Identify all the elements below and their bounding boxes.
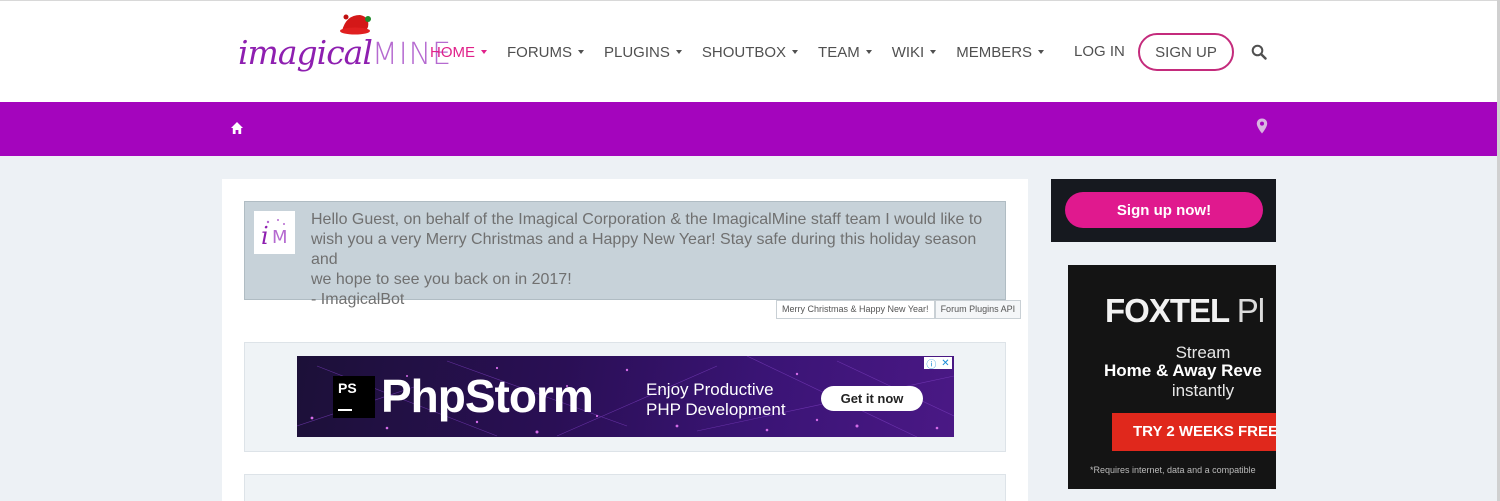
nav-members[interactable]: MEMBERS — [946, 44, 1054, 61]
close-icon[interactable]: ✕ — [941, 358, 949, 369]
map-pin-icon[interactable] — [1256, 118, 1268, 134]
foxtel-line-2: Home & Away Reve — [1104, 361, 1262, 380]
nav-wiki[interactable]: WIKI — [882, 44, 947, 61]
foxtel-cta-button[interactable]: TRY 2 WEEKS FREE* — [1112, 413, 1276, 451]
chevron-down-icon — [930, 50, 937, 54]
search-icon[interactable] — [1251, 44, 1267, 60]
notice-line: Hello Guest, on behalf of the Imagical C… — [311, 211, 983, 228]
svg-text:i: i — [261, 222, 269, 250]
ps-logo-underline — [338, 409, 352, 411]
nav-team[interactable]: TEAM — [808, 44, 882, 61]
foxtel-brand-name: FOXTEL — [1105, 292, 1230, 329]
imagicalmine-avatar-icon: i M — [261, 218, 288, 250]
info-icon[interactable]: ⓘ — [926, 356, 936, 371]
nav-forums-label: FORUMS — [507, 43, 572, 61]
login-link[interactable]: LOG IN — [1074, 43, 1125, 60]
sidebar-signup-button[interactable]: Sign up now! — [1065, 192, 1263, 228]
foxtel-line-3: instantly — [1171, 381, 1235, 400]
ad-title: PhpStorm — [381, 370, 594, 422]
nav-wiki-label: WIKI — [891, 43, 925, 61]
nav-home[interactable]: HOME — [420, 44, 497, 61]
chevron-down-icon — [865, 50, 872, 54]
notice-message: Hello Guest, on behalf of the Imagical C… — [311, 210, 991, 310]
chevron-down-icon — [675, 50, 682, 54]
avatar: i M — [254, 211, 295, 254]
phpstorm-logo-icon: PS — [333, 376, 375, 418]
ad-tagline-2: PHP Development — [646, 400, 786, 419]
notice-line: we hope to see you back on in 2017! — [311, 271, 572, 288]
site-logo[interactable]: imagicalMINE — [238, 11, 451, 81]
svg-text:M: M — [272, 227, 288, 248]
notice-line: wish you a very Merry Christmas and a Ha… — [311, 231, 977, 268]
foxtel-brand-suffix: Pl — [1236, 292, 1265, 329]
ad-cta-button[interactable]: Get it now — [821, 386, 923, 411]
nav-members-label: MEMBERS — [956, 43, 1033, 61]
tab-forum-plugins-api[interactable]: Forum Plugins API — [934, 300, 1022, 319]
nav-shoutbox-label: SHOUTBOX — [701, 43, 787, 61]
site-header: imagicalMINE HOME FORUMS PLUGINS SHOUTBO… — [0, 0, 1500, 102]
nav-team-label: TEAM — [818, 43, 860, 61]
foxtel-ad[interactable]: FOXTEL Pl Stream Home & Away Reve instan… — [1068, 265, 1276, 489]
main-nav: HOME FORUMS PLUGINS SHOUTBOX TEAM WIKI M… — [420, 34, 1054, 70]
ps-logo-text: PS — [338, 380, 357, 396]
foxtel-brand: FOXTEL Pl — [1105, 292, 1265, 330]
notice-tabs: Merry Christmas & Happy New Year! Forum … — [776, 300, 1022, 319]
chevron-down-icon — [792, 50, 799, 54]
chevron-down-icon — [1038, 50, 1045, 54]
nav-shoutbox[interactable]: SHOUTBOX — [692, 44, 808, 61]
foxtel-line-1: Stream — [1175, 343, 1231, 362]
signup-button[interactable]: SIGN UP — [1138, 33, 1234, 71]
nav-plugins[interactable]: PLUGINS — [594, 44, 692, 61]
home-icon[interactable] — [230, 121, 244, 135]
chevron-down-icon — [578, 50, 584, 54]
logo-text-main: imagical — [238, 33, 373, 72]
phpstorm-ad-banner[interactable]: PS PhpStorm Enjoy Productive PHP Develop… — [297, 356, 954, 437]
ad-tagline-1: Enjoy Productive — [646, 380, 774, 399]
ad-choices[interactable]: ⓘ ✕ — [924, 356, 952, 371]
nav-plugins-label: PLUGINS — [604, 43, 670, 61]
content-box — [244, 474, 1006, 501]
nav-home-label: HOME — [430, 43, 475, 61]
tab-merry-christmas[interactable]: Merry Christmas & Happy New Year! — [776, 300, 935, 319]
foxtel-fine-print: *Requires internet, data and a compatibl… — [1090, 465, 1256, 475]
breadcrumb-bar — [0, 102, 1500, 156]
nav-forums[interactable]: FORUMS — [497, 44, 594, 61]
chevron-down-icon — [481, 50, 487, 54]
santa-hat-icon — [340, 14, 371, 35]
